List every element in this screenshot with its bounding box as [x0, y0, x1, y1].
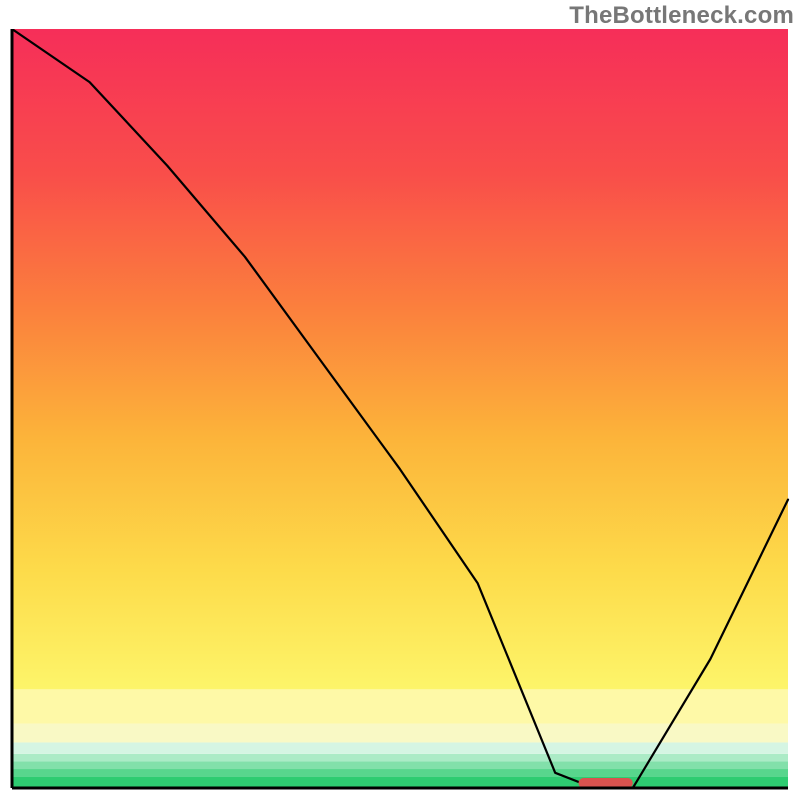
bg-band: [12, 777, 788, 788]
bg-band: [12, 29, 788, 689]
bg-band: [12, 769, 788, 777]
bg-band: [12, 761, 788, 769]
watermark-text: TheBottleneck.com: [569, 2, 794, 30]
bg-band: [12, 689, 788, 723]
chart-svg: [10, 29, 790, 790]
chart-frame: TheBottleneck.com: [0, 0, 800, 800]
bg-band: [12, 754, 788, 762]
bg-band: [12, 742, 788, 753]
bottleneck-chart: [10, 29, 790, 790]
bg-band: [12, 723, 788, 742]
